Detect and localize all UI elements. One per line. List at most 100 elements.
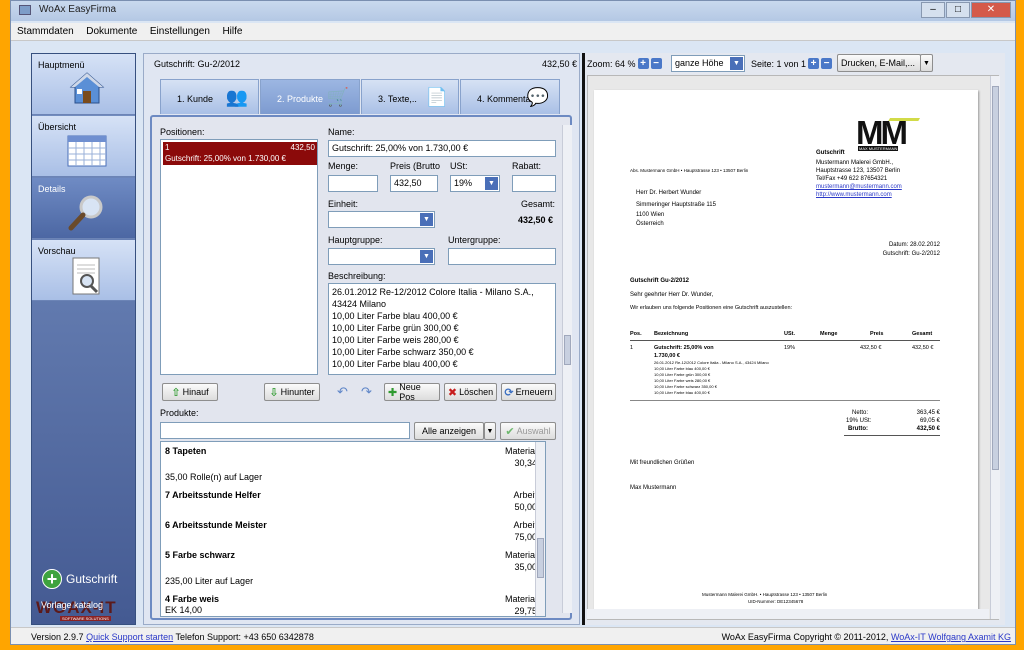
document-total: 432,50 €	[541, 59, 577, 69]
title-bar: WoAx EasyFirma – □ ✕	[11, 1, 1015, 21]
quick-support-link[interactable]: Quick Support starten	[86, 632, 173, 642]
neue-pos-button[interactable]: ✚ Neue Pos	[384, 382, 440, 402]
web-link[interactable]: http://www.mustermann.com	[816, 192, 892, 198]
produkte-search-input[interactable]	[160, 422, 410, 439]
chevron-down-icon: ▼	[420, 250, 433, 263]
next-page-icon[interactable]: +	[808, 58, 820, 69]
sidebar-item-label: Hauptmenü	[38, 60, 85, 70]
list-item[interactable]: 6 Arbeitsstunde Meister Arbeit 75,00	[165, 520, 537, 550]
drucken-button[interactable]: Drucken, E-Mail,...	[837, 54, 921, 72]
version-text: Version 2.9.7	[31, 632, 84, 642]
document-search-icon	[67, 257, 107, 297]
hauptgruppe-label: Hauptgruppe:	[328, 235, 383, 245]
ust-select[interactable]: 19% ▼	[450, 175, 500, 192]
menge-input[interactable]	[328, 175, 378, 192]
preis-input[interactable]: 432,50	[390, 175, 438, 192]
zoom-out-icon[interactable]: −	[650, 58, 662, 69]
sidebar-item-details[interactable]: Details	[32, 178, 135, 239]
beschreibung-textarea[interactable]: 26.01.2012 Re-12/2012 Colore Italia - Mi…	[328, 283, 556, 375]
people-icon: 👥	[225, 87, 248, 107]
tab-produkte[interactable]: 2. Produkte 🛒	[260, 79, 360, 114]
minimize-icon[interactable]: –	[921, 2, 945, 18]
doc-type: Gutschrift	[816, 150, 845, 156]
list-item[interactable]: 5 Farbe schwarz Material 35,00 235,00 Li…	[165, 550, 537, 594]
rabatt-input[interactable]	[512, 175, 556, 192]
list-item[interactable]: 4 Farbe weis Material 29,75 EK 14,00	[165, 594, 537, 616]
erneuern-button[interactable]: ⟳ Erneuern	[501, 383, 556, 401]
einheit-label: Einheit:	[328, 199, 359, 209]
chevron-down-icon: ▼	[486, 427, 494, 435]
copyright-text: WoAx EasyFirma Copyright © 2011-2012,	[721, 632, 889, 642]
products-list[interactable]: 8 Tapeten Material 30,34 35,00 Rolle(n) …	[160, 441, 546, 617]
einheit-select[interactable]: ▼	[328, 211, 435, 228]
tab-kommentar[interactable]: 4. Kommentar 💬	[460, 79, 560, 114]
name-label: Name:	[328, 127, 355, 137]
hinauf-button[interactable]: ⇧ Hinauf	[162, 383, 218, 401]
document-title: Gutschrift: Gu-2/2012	[154, 59, 241, 69]
prev-page-icon[interactable]: −	[821, 58, 833, 69]
list-item[interactable]: 7 Arbeitsstunde Helfer Arbeit 50,00	[165, 490, 537, 520]
status-bar: Version 2.9.7 Quick Support starten Tele…	[11, 627, 1015, 644]
hinunter-button[interactable]: ⇩ Hinunter	[264, 383, 320, 401]
positions-list[interactable]: 1 432,50 Gutschrift: 25,00% von 1.730,00…	[160, 139, 318, 375]
menu-stammdaten[interactable]: Stammdaten	[13, 23, 78, 37]
gutschrift-button[interactable]: + Gutschrift	[42, 569, 117, 589]
tab-kunde[interactable]: 1. Kunde 👥	[160, 79, 259, 114]
zoom-label: Zoom: 64 %	[587, 58, 636, 69]
chevron-down-icon: ▼	[485, 177, 498, 190]
company-link[interactable]: WoAx-IT Wolfgang Axamit KG	[891, 632, 1011, 642]
content-scrollbar[interactable]	[562, 125, 572, 613]
date-line: Datum: 28.02.2012	[888, 242, 940, 248]
calendar-icon	[67, 133, 107, 173]
checkmark-icon: ✔	[505, 425, 515, 438]
email-link[interactable]: mustermann@mustermann.com	[816, 184, 902, 190]
tab-texte[interactable]: 3. Texte,.. 📄	[361, 79, 459, 114]
list-item[interactable]: 8 Tapeten Material 30,34 35,00 Rolle(n) …	[165, 446, 537, 490]
untergruppe-label: Untergruppe:	[448, 235, 501, 245]
gesamt-label: Gesamt:	[521, 199, 556, 209]
menu-hilfe[interactable]: Hilfe	[218, 23, 246, 37]
sidebar-item-vorschau[interactable]: Vorschau	[32, 240, 135, 301]
products-scrollbar[interactable]	[535, 442, 545, 616]
hauptgruppe-select[interactable]: ▼	[328, 248, 435, 265]
alle-anzeigen-button[interactable]: Alle anzeigen	[414, 422, 484, 440]
sidebar-item-label: Übersicht	[38, 122, 77, 132]
speech-bubble-icon: 💬	[526, 87, 549, 107]
menu-einstellungen[interactable]: Einstellungen	[146, 23, 214, 37]
sidebar-item-hauptmenu[interactable]: Hauptmenü	[32, 54, 135, 115]
close-icon[interactable]: ✕	[971, 2, 1011, 18]
page-control: Seite: 1 von 1 + −	[751, 58, 833, 69]
preview-horizontal-scrollbar[interactable]	[587, 609, 989, 619]
refresh-icon: ⟳	[504, 386, 514, 399]
zoom-in-icon[interactable]: +	[637, 58, 649, 69]
menu-bar: Stammdaten Dokumente Einstellungen Hilfe	[11, 23, 1015, 41]
drucken-dropdown[interactable]: ▼	[920, 54, 933, 72]
name-input[interactable]: Gutschrift: 25,00% von 1.730,00 €	[328, 140, 556, 157]
position-row-selected[interactable]: 1 432,50 Gutschrift: 25,00% von 1.730,00…	[163, 142, 317, 165]
signer-name: Max Mustermann	[630, 485, 677, 491]
undo-icon[interactable]: ↶	[337, 384, 348, 400]
fit-select[interactable]: ganze Höhe ▼	[671, 55, 745, 72]
produkte-content: Positionen: 1 432,50 Gutschrift: 25,00% …	[150, 115, 572, 620]
vorlage-katalog-link[interactable]: Vorlage katalog	[41, 600, 103, 610]
menu-dokumente[interactable]: Dokumente	[82, 23, 141, 37]
sidebar-item-uebersicht[interactable]: Übersicht	[32, 116, 135, 177]
chevron-down-icon: ▼	[730, 57, 743, 70]
details-panel: Gutschrift: Gu-2/2012 432,50 € 1. Kunde …	[143, 53, 580, 625]
auswahl-button[interactable]: ✔ Auswahl	[500, 422, 556, 440]
preview-panel: Zoom: 64 % + − ganze Höhe ▼ Seite: 1 von…	[585, 53, 1005, 625]
maximize-icon[interactable]: □	[946, 2, 970, 18]
redo-icon[interactable]: ↷	[361, 384, 372, 400]
plus-icon: ✚	[388, 386, 398, 399]
document-viewer[interactable]: MM MAX MUSTERMANN Abs. Mustermann GmbH •…	[587, 75, 999, 620]
preview-scrollbar[interactable]	[990, 76, 1000, 619]
delete-x-icon: ✖	[447, 386, 458, 399]
sender-line: Abs. Mustermann GmbH • Hauptstrasse 123 …	[630, 168, 749, 173]
alle-anzeigen-dropdown[interactable]: ▼	[484, 422, 496, 440]
page-label: Seite: 1 von 1	[751, 58, 807, 69]
loeschen-button[interactable]: ✖ Löschen	[444, 383, 497, 401]
untergruppe-input[interactable]	[448, 248, 556, 265]
beschreibung-label: Beschreibung:	[328, 271, 386, 281]
doc-heading: Gutschrift Gu-2/2012	[630, 278, 690, 284]
house-icon	[67, 71, 107, 111]
